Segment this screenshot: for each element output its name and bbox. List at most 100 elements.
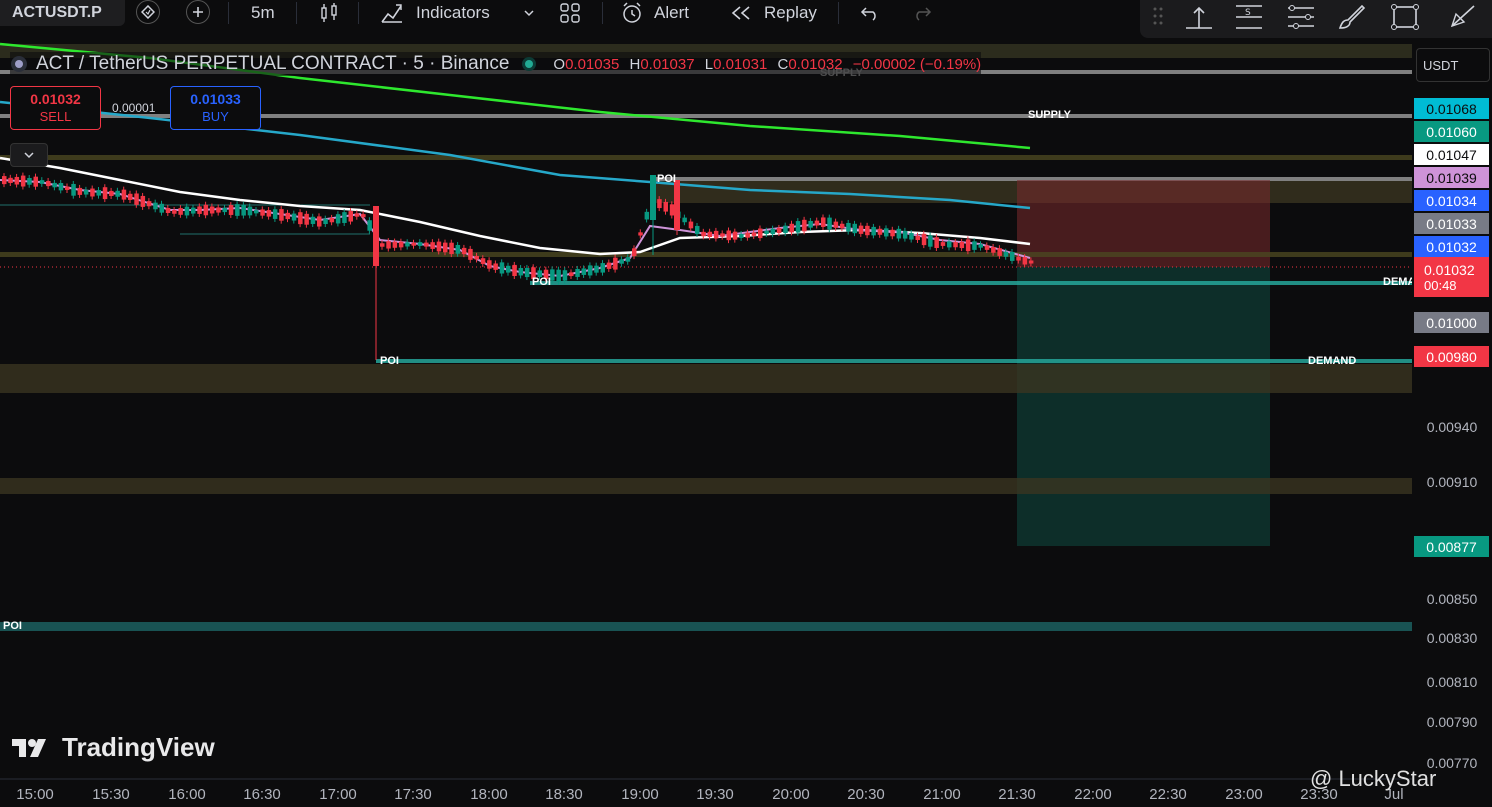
candle-body [915, 235, 920, 241]
candle-body [329, 217, 335, 223]
candle-body [965, 239, 971, 252]
candle-body [65, 186, 70, 190]
candle-body [83, 189, 89, 195]
candle-body [39, 180, 45, 184]
candle-body [291, 213, 297, 221]
candle-body [581, 268, 587, 275]
candle-body [386, 241, 391, 249]
candle-body [165, 207, 171, 213]
candle-body [197, 206, 202, 214]
symbol-label: ACTUSDT.P [12, 4, 102, 21]
time-tick: 22:00 [1074, 786, 1112, 803]
candle-body [153, 202, 158, 210]
time-tick: 15:00 [16, 786, 54, 803]
poi-line-demand-upper [530, 281, 1412, 285]
trend-line-tool-icon[interactable] [1182, 2, 1216, 32]
candle-body [695, 225, 700, 235]
candle-body [865, 225, 870, 236]
alarm-clock-icon [623, 2, 641, 23]
candle-body [575, 268, 580, 277]
candle-body [109, 190, 114, 197]
undo-button[interactable] [860, 0, 880, 26]
candle-body [720, 233, 725, 237]
price-label: 0.00980 [1414, 346, 1489, 367]
candle-body [266, 210, 272, 217]
candle-body [972, 241, 977, 250]
plus-icon [193, 7, 203, 17]
candle-body [380, 243, 385, 247]
alert-button[interactable]: Alert [620, 0, 689, 26]
candle-body [991, 246, 996, 253]
chart-type-button[interactable] [318, 0, 340, 26]
close-label: C [777, 55, 789, 73]
interval-label: 5m [251, 3, 275, 22]
candle-body [713, 230, 719, 239]
legend-collapse-button[interactable] [10, 143, 48, 167]
candle-body [361, 214, 366, 218]
candle-body [335, 214, 341, 224]
favorite-button[interactable] [136, 0, 160, 24]
candle-body [216, 207, 221, 213]
candle-body [1010, 251, 1015, 261]
candle-body [235, 204, 240, 216]
candle-body [342, 212, 347, 223]
replay-button[interactable]: Replay [730, 0, 817, 26]
candle-body [707, 231, 713, 238]
symbol-search-button[interactable]: ACTUSDT.P [0, 0, 125, 26]
candle-body [524, 267, 530, 278]
price-label: 0.01033 [1414, 213, 1489, 234]
fib-tool-icon[interactable]: S [1232, 2, 1266, 32]
candle-body [871, 226, 876, 236]
candle-body [348, 211, 353, 222]
market-status-icon[interactable] [521, 56, 537, 72]
poi-label-mid: POI [532, 276, 551, 288]
interval-button[interactable]: 5m [251, 0, 275, 26]
indicators-dropdown[interactable] [522, 0, 536, 26]
toolbar-divider [296, 2, 297, 24]
tradingview-logo[interactable]: TradingView [12, 732, 215, 763]
currency-selector[interactable]: USDT [1416, 48, 1490, 82]
candle-body [984, 245, 990, 250]
candle-body [739, 233, 744, 238]
price-tick: 0.00790 [1426, 714, 1478, 730]
candle-body [751, 232, 757, 236]
price-tick: 0.00940 [1426, 419, 1478, 435]
collapse-toolbar-icon[interactable] [1446, 2, 1480, 32]
entry-band [0, 252, 1412, 257]
low-value: 0.01031 [713, 55, 768, 73]
toolbar-divider [358, 2, 359, 24]
candle-body [833, 221, 839, 228]
brush-tool-icon[interactable] [1334, 2, 1368, 32]
shape-tool-icon[interactable] [1388, 2, 1422, 32]
candle-body [405, 242, 410, 247]
time-tick: 23:00 [1225, 786, 1263, 803]
candle-body [8, 177, 13, 184]
replay-label: Replay [764, 3, 817, 22]
candle-body [102, 187, 108, 200]
candle-body [241, 204, 246, 216]
drag-handle-icon[interactable] [1152, 6, 1164, 28]
candle-body [474, 255, 479, 260]
candle-body [940, 242, 946, 246]
pattern-tool-icon[interactable] [1284, 2, 1318, 32]
price-label: 0.01047 [1414, 144, 1489, 165]
sell-button[interactable]: 0.01032 SELL [10, 86, 101, 130]
candle-body [417, 242, 423, 246]
toolbar-divider [602, 2, 603, 24]
high-value: 0.01037 [640, 55, 695, 73]
candle-body [71, 183, 76, 196]
candle-body [443, 242, 448, 253]
price-label: 0.01034 [1414, 190, 1489, 211]
low-label: L [704, 55, 714, 73]
redo-button[interactable] [912, 0, 932, 26]
candle-body [587, 265, 593, 276]
candle-body [424, 242, 429, 247]
sell-label: SELL [39, 109, 72, 124]
compare-symbol-button[interactable] [186, 0, 210, 24]
short-position-target [1017, 267, 1270, 546]
candle-body [1022, 257, 1028, 265]
candle-body [310, 216, 316, 224]
layouts-button[interactable] [559, 0, 581, 26]
buy-button[interactable]: 0.01033 BUY [170, 86, 261, 130]
indicators-button[interactable]: Indicators [380, 0, 490, 26]
